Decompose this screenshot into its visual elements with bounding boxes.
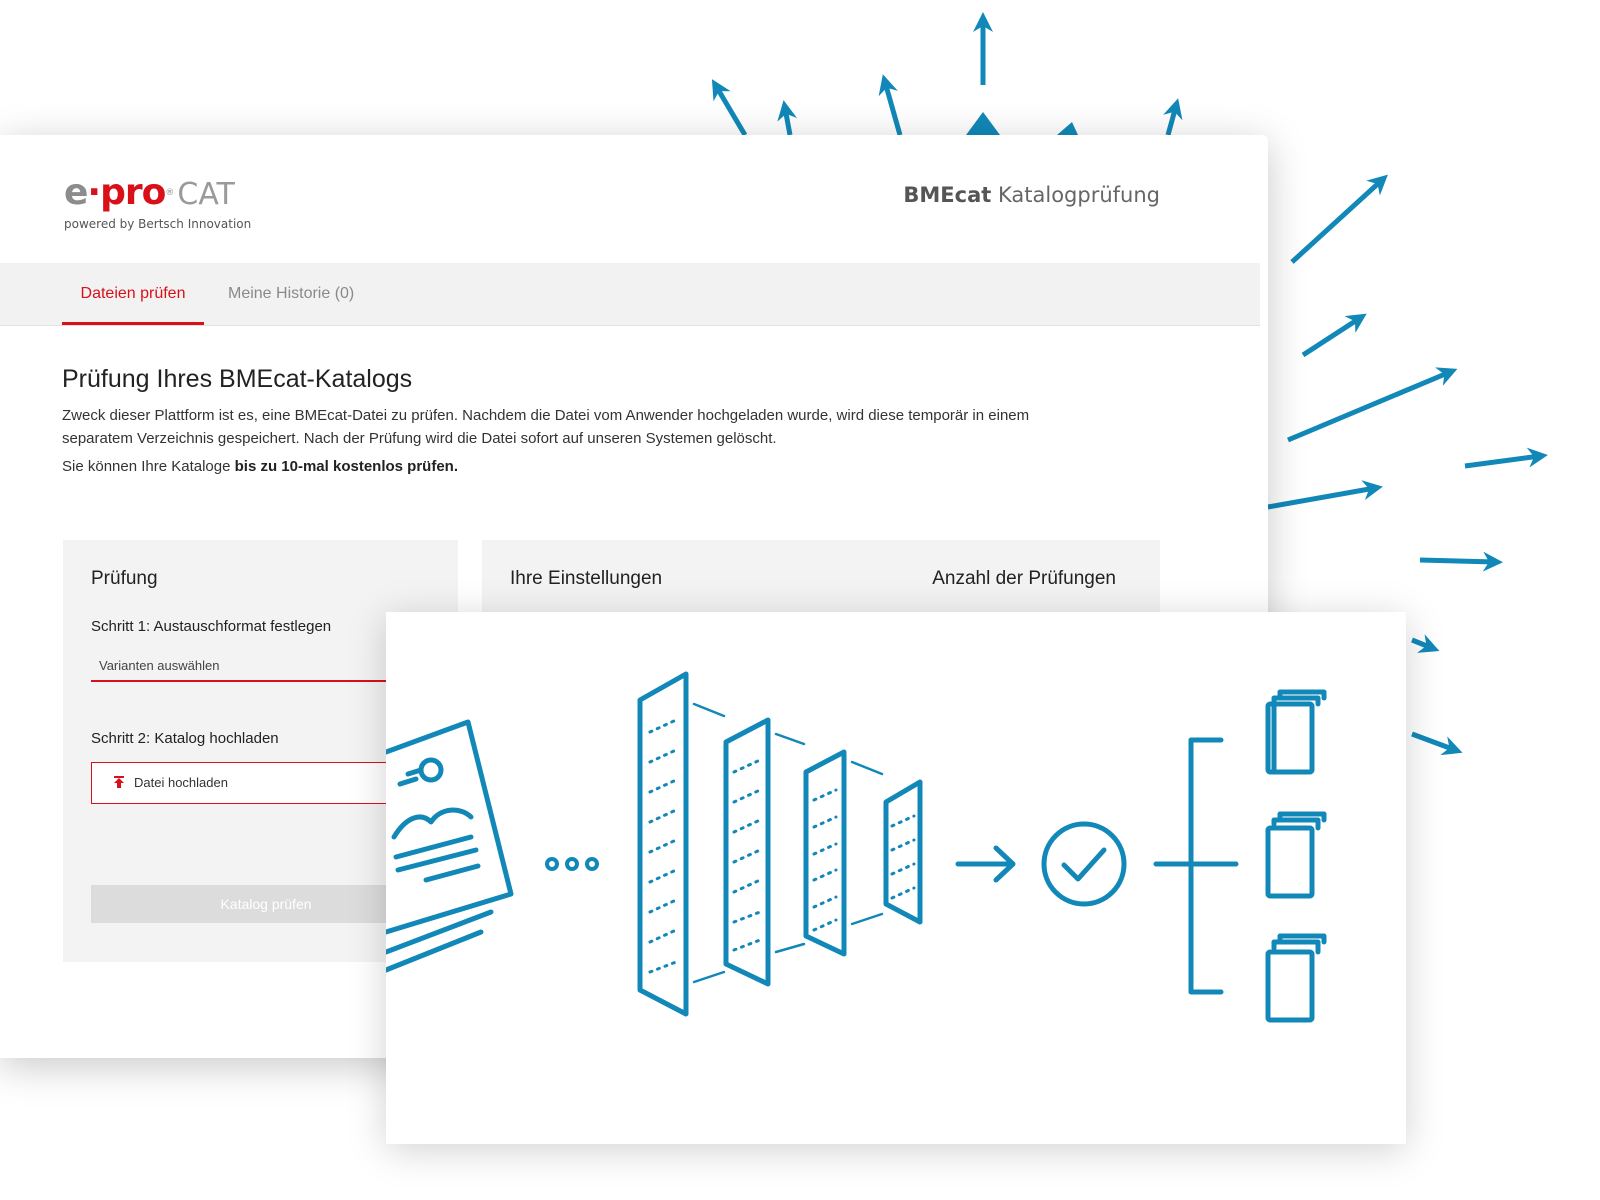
filter-layer-icon bbox=[637, 671, 923, 1017]
step2-label: Schritt 2: Katalog hochladen bbox=[91, 730, 279, 747]
bg-arrow bbox=[878, 74, 903, 136]
checkmark-circle-icon bbox=[1041, 821, 1127, 907]
bg-arrow bbox=[777, 100, 798, 136]
tab-meine-historie[interactable]: Meine Historie (0) bbox=[228, 263, 354, 325]
header-title-bold: BMEcat bbox=[903, 183, 992, 207]
logo-registered: ® bbox=[165, 188, 174, 198]
settings-card: Ihre Einstellungen Anzahl der Prüfungen bbox=[482, 540, 1160, 620]
note-bold: bis zu 10-mal kostenlos prüfen. bbox=[234, 458, 459, 475]
upload-label: Datei hochladen bbox=[134, 775, 228, 790]
bg-arrow bbox=[1267, 480, 1383, 510]
bg-arrow bbox=[1163, 98, 1183, 136]
bg-arrow bbox=[1419, 551, 1503, 572]
logo-subtitle: powered by Bertsch Innovation bbox=[64, 217, 252, 231]
intro-text: Zweck dieser Plattform ist es, eine BMEc… bbox=[62, 407, 1030, 447]
bg-arrow bbox=[1290, 174, 1388, 264]
filter-dots bbox=[648, 718, 916, 974]
process-illustration bbox=[386, 671, 1327, 1023]
logo-e: e bbox=[64, 172, 88, 213]
header-title: BMEcat Katalogprüfung bbox=[903, 183, 1160, 207]
file-stack-icon bbox=[1265, 689, 1327, 1023]
logo-cat: CAT bbox=[177, 177, 235, 212]
free-checks-note: Sie können Ihre Kataloge bis zu 10-mal k… bbox=[62, 458, 1162, 475]
bg-arrow bbox=[1411, 731, 1463, 756]
logo-wordmark: e·pro® CAT bbox=[64, 173, 251, 215]
process-illustration-card bbox=[386, 612, 1406, 1144]
logo-pro: pro bbox=[100, 172, 166, 213]
logo-dot: · bbox=[87, 172, 101, 213]
note-prefix: Sie können Ihre Kataloge bbox=[62, 458, 235, 475]
document-icon bbox=[386, 719, 514, 973]
bg-arrow bbox=[1411, 634, 1440, 653]
arrow-right-icon bbox=[955, 845, 1016, 883]
header-title-light: Katalogprüfung bbox=[997, 183, 1160, 207]
check-count-title: Anzahl der Prüfungen bbox=[932, 568, 1116, 589]
settings-title: Ihre Einstellungen bbox=[510, 568, 663, 589]
tree-bracket-icon bbox=[1153, 737, 1239, 995]
bg-arrow bbox=[1287, 367, 1458, 443]
epro-cat-logo[interactable]: e·pro® CAT powered by Bertsch Innovation bbox=[64, 173, 252, 232]
bg-arrow bbox=[1464, 447, 1548, 469]
bg-arrow bbox=[1301, 313, 1367, 358]
tab-dateien-pruefen[interactable]: Dateien prüfen bbox=[62, 263, 204, 325]
bg-arrow-tip bbox=[966, 112, 1000, 135]
tab-bar: Dateien prüfen Meine Historie (0) bbox=[0, 263, 1260, 326]
main-content: Prüfung Ihres BMEcat-Katalogs Zweck dies… bbox=[62, 365, 1162, 475]
bg-arrow-tip bbox=[1057, 122, 1078, 135]
page-title: Prüfung Ihres BMEcat-Katalogs bbox=[62, 365, 413, 393]
app-header: e·pro® CAT powered by Bertsch Innovation … bbox=[0, 135, 1268, 263]
ellipsis-icon bbox=[545, 857, 599, 871]
bg-arrow bbox=[711, 79, 748, 137]
pruefung-card-title: Prüfung bbox=[91, 568, 158, 589]
upload-icon bbox=[114, 776, 124, 788]
step1-label: Schritt 1: Austauschformat festlegen bbox=[91, 618, 332, 635]
